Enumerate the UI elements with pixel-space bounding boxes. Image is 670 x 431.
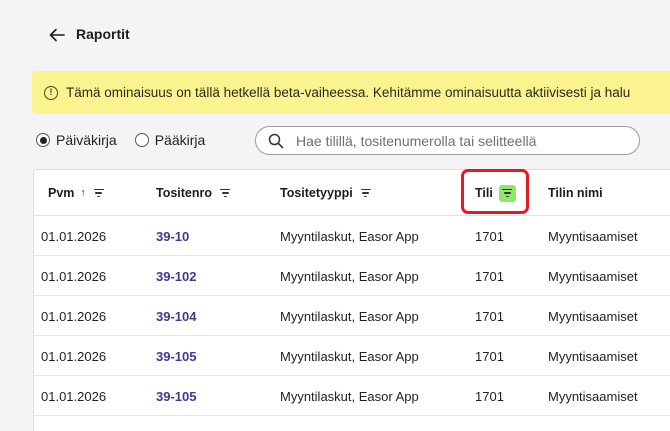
radio-label: Pääkirja: [154, 132, 206, 148]
cell-tilin-nimi: Myyntisaamiset: [548, 308, 638, 324]
radio-paakirja[interactable]: Pääkirja: [134, 132, 206, 148]
cell-tili: 1701: [475, 348, 504, 364]
column-label: Tilin nimi: [548, 186, 603, 200]
radio-button[interactable]: [134, 133, 149, 147]
filter-icon[interactable]: [218, 186, 232, 200]
table-row[interactable]: 01.01.2026 39-10 Myyntilaskut, Easor App…: [34, 216, 670, 256]
column-header-tilin-nimi[interactable]: Tilin nimi: [548, 170, 603, 216]
column-header-tositetyyppi[interactable]: Tositetyyppi: [280, 170, 373, 216]
column-label: Tili: [475, 186, 493, 200]
column-label: Tositetyyppi: [280, 186, 353, 200]
cell-pvm: 01.01.2026: [41, 348, 107, 364]
column-header-pvm[interactable]: Pvm ↑: [48, 170, 106, 216]
page-title: Raportit: [76, 26, 130, 42]
cell-tositetyyppi: Myyntilaskut, Easor App: [280, 388, 419, 404]
arrow-left-icon: [49, 28, 65, 42]
cell-tilin-nimi: Myyntisaamiset: [548, 388, 638, 404]
cell-pvm: 01.01.2026: [41, 228, 107, 244]
cell-tositetyyppi: Myyntilaskut, Easor App: [280, 308, 419, 324]
cell-tositenro-link[interactable]: 39-105: [156, 336, 196, 376]
search-icon: [268, 133, 284, 148]
cell-pvm: 01.01.2026: [41, 308, 107, 324]
arrow-up-icon[interactable]: ↑: [80, 187, 86, 199]
info-icon: !: [44, 85, 58, 100]
cell-tositenro-link[interactable]: 39-105: [156, 376, 196, 416]
cell-tilin-nimi: Myyntisaamiset: [548, 348, 638, 364]
table-row[interactable]: 01.01.2026 39-104 Myyntilaskut, Easor Ap…: [34, 296, 670, 336]
view-radio-group: Päiväkirja Pääkirja: [36, 132, 223, 148]
cell-tilin-nimi: Myyntisaamiset: [548, 228, 638, 244]
beta-notice-banner: ! Tämä ominaisuus on tällä hetkellä beta…: [32, 71, 670, 114]
journal-table: Pvm ↑ Tositenro Tositetyyppi Tili Tilin …: [33, 169, 670, 431]
cell-tilin-nimi: Myyntisaamiset: [548, 268, 638, 284]
cell-tositenro-link[interactable]: 39-104: [156, 296, 196, 336]
filter-icon[interactable]: [359, 186, 373, 200]
banner-text: Tämä ominaisuus on tällä hetkellä beta-v…: [66, 85, 631, 100]
cell-tili: 1701: [475, 388, 504, 404]
cell-tositenro-link[interactable]: 39-102: [156, 256, 196, 296]
column-label: Tositenro: [156, 186, 213, 200]
table-row[interactable]: 01.01.2026 39-105 Myyntilaskut, Easor Ap…: [34, 376, 670, 416]
top-bar: Raportit: [0, 0, 670, 70]
table-row[interactable]: 01.01.2026 39-105 Myyntilaskut, Easor Ap…: [34, 336, 670, 376]
column-header-tili[interactable]: Tili: [475, 170, 516, 216]
back-button[interactable]: [46, 25, 68, 45]
cell-tositenro-link[interactable]: 39-10: [156, 216, 189, 256]
table-row[interactable]: 01.01.2026 39-102 Myyntilaskut, Easor Ap…: [34, 256, 670, 296]
column-header-tositenro[interactable]: Tositenro: [156, 170, 232, 216]
cell-tositetyyppi: Myyntilaskut, Easor App: [280, 228, 419, 244]
cell-pvm: 01.01.2026: [41, 268, 107, 284]
search-field[interactable]: [255, 126, 640, 155]
cell-tili: 1701: [475, 268, 504, 284]
column-label: Pvm: [48, 186, 75, 200]
active-filter-icon[interactable]: [498, 184, 516, 202]
cell-tositetyyppi: Myyntilaskut, Easor App: [280, 348, 419, 364]
table-header: Pvm ↑ Tositenro Tositetyyppi Tili Tilin …: [34, 170, 670, 216]
radio-paivakirja[interactable]: Päiväkirja: [36, 132, 117, 148]
cell-tili: 1701: [475, 308, 504, 324]
search-input[interactable]: [296, 132, 626, 149]
radio-label: Päiväkirja: [56, 132, 117, 148]
cell-tositetyyppi: Myyntilaskut, Easor App: [280, 268, 419, 284]
cell-pvm: 01.01.2026: [41, 388, 107, 404]
radio-button-selected[interactable]: [36, 133, 50, 147]
cell-tili: 1701: [475, 228, 504, 244]
filter-icon[interactable]: [92, 186, 106, 200]
